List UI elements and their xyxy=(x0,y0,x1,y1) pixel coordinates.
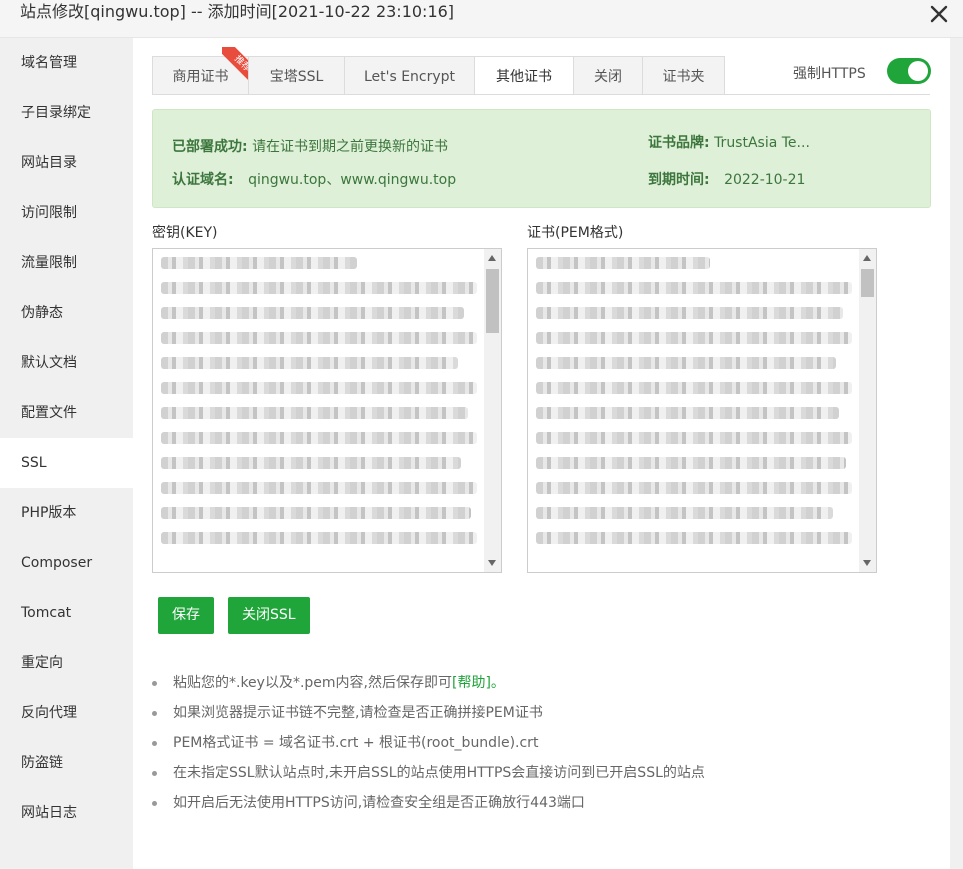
sidebar-item-domain[interactable]: 域名管理 xyxy=(0,38,133,88)
sidebar-item-config[interactable]: 配置文件 xyxy=(0,388,133,438)
tab-label: 商用证书 xyxy=(172,69,229,85)
right-gutter xyxy=(950,38,963,869)
sidebar-item-default-doc[interactable]: 默认文档 xyxy=(0,338,133,388)
tab-label: 宝塔SSL xyxy=(269,69,324,85)
tab-label: 证书夹 xyxy=(662,69,705,85)
key-scrollbar[interactable] xyxy=(484,249,501,572)
scroll-up-icon[interactable] xyxy=(488,255,496,261)
cert-brand-value: TrustAsia Te... xyxy=(714,135,810,151)
tab-commercial-cert[interactable]: 商用证书 推荐 xyxy=(152,47,262,95)
cert-expire-value: 2022-10-21 xyxy=(724,172,806,188)
ssl-tips-list: 粘贴您的*.key以及*.pem内容,然后保存即可[帮助]。 如果浏览器提示证书… xyxy=(152,668,932,818)
cert-brand: 证书品牌: TrustAsia Te... xyxy=(648,132,810,152)
cert-expire: 到期时间: 2022-10-21 xyxy=(648,169,805,189)
close-icon[interactable] xyxy=(929,4,949,24)
sidebar-item-site-dir[interactable]: 网站目录 xyxy=(0,138,133,188)
sidebar-item-redirect[interactable]: 重定向 xyxy=(0,638,133,688)
scroll-thumb[interactable] xyxy=(861,269,874,297)
sidebar-item-site-log[interactable]: 网站日志 xyxy=(0,788,133,838)
cert-field-label: 证书(PEM格式) xyxy=(527,225,624,241)
tab-bt-ssl[interactable]: 宝塔SSL xyxy=(248,56,344,95)
cert-expire-label: 到期时间: xyxy=(648,172,710,188)
cert-scrollbar[interactable] xyxy=(859,249,876,572)
cert-brand-label: 证书品牌: xyxy=(648,135,710,151)
deploy-status-text: 请在证书到期之前更换新的证书 xyxy=(252,139,449,155)
tip-item: 如开启后无法使用HTTPS访问,请检查安全组是否正确放行443端口 xyxy=(152,788,932,818)
key-field-label: 密钥(KEY) xyxy=(152,225,218,241)
tab-label: Let's Encrypt xyxy=(363,69,456,85)
close-ssl-button[interactable]: 关闭SSL xyxy=(228,597,310,634)
scroll-down-icon[interactable] xyxy=(863,560,871,566)
tip-item: 如果浏览器提示证书链不完整,请检查是否正确拼接PEM证书 xyxy=(152,698,932,728)
force-https-label: 强制HTTPS xyxy=(793,66,866,82)
save-button[interactable]: 保存 xyxy=(158,597,214,634)
window-titlebar: 站点修改[qingwu.top] -- 添加时间[2021-10-22 23:1… xyxy=(0,0,963,38)
sidebar-item-ssl[interactable]: SSL xyxy=(0,438,133,488)
window-title: 站点修改[qingwu.top] -- 添加时间[2021-10-22 23:1… xyxy=(20,2,455,21)
tab-cert-folder[interactable]: 证书夹 xyxy=(642,56,725,95)
sidebar-item-hotlink[interactable]: 防盗链 xyxy=(0,738,133,788)
tip-item: PEM格式证书 = 域名证书.crt + 根证书(root_bundle).cr… xyxy=(152,728,932,758)
sidebar-item-subdir[interactable]: 子目录绑定 xyxy=(0,88,133,138)
ssl-tabs: 商用证书 推荐 宝塔SSL Let's Encrypt 其他证书 关闭 证书夹 xyxy=(152,47,725,95)
tab-other-cert[interactable]: 其他证书 xyxy=(474,56,573,95)
scroll-thumb[interactable] xyxy=(486,269,499,333)
tip-text: 粘贴您的*.key以及*.pem内容,然后保存即可 xyxy=(173,675,452,691)
force-https-toggle[interactable] xyxy=(887,58,931,84)
sidebar: 域名管理 子目录绑定 网站目录 访问限制 流量限制 伪静态 默认文档 配置文件 … xyxy=(0,38,133,869)
help-link[interactable]: [帮助]。 xyxy=(452,675,505,691)
sidebar-item-composer[interactable]: Composer xyxy=(0,538,133,588)
cert-domain: 认证域名: qingwu.top、www.qingwu.top xyxy=(172,169,456,189)
toggle-knob xyxy=(908,61,928,81)
tab-label: 关闭 xyxy=(594,69,622,85)
tip-item: 粘贴您的*.key以及*.pem内容,然后保存即可[帮助]。 xyxy=(152,668,932,698)
ssl-status-box: 已部署成功: 请在证书到期之前更换新的证书 认证域名: qingwu.top、w… xyxy=(152,109,931,208)
cert-domain-value: qingwu.top、www.qingwu.top xyxy=(248,172,457,188)
cert-domain-label: 认证域名: xyxy=(172,172,234,188)
tab-label: 其他证书 xyxy=(496,69,552,85)
tab-close[interactable]: 关闭 xyxy=(573,56,642,95)
tab-lets-encrypt[interactable]: Let's Encrypt xyxy=(344,56,474,95)
deploy-status: 已部署成功: 请在证书到期之前更换新的证书 xyxy=(172,136,448,156)
key-textarea[interactable] xyxy=(152,248,502,573)
scroll-up-icon[interactable] xyxy=(863,255,871,261)
key-content-blurred xyxy=(161,257,477,564)
sidebar-item-traffic-limit[interactable]: 流量限制 xyxy=(0,238,133,288)
sidebar-item-tomcat[interactable]: Tomcat xyxy=(0,588,133,638)
main-panel: 商用证书 推荐 宝塔SSL Let's Encrypt 其他证书 关闭 证书夹 … xyxy=(133,38,950,869)
sidebar-item-php[interactable]: PHP版本 xyxy=(0,488,133,538)
sidebar-item-access-limit[interactable]: 访问限制 xyxy=(0,188,133,238)
tabs-divider xyxy=(152,94,930,95)
deploy-status-label: 已部署成功: xyxy=(172,139,248,155)
scroll-down-icon[interactable] xyxy=(488,560,496,566)
tip-item: 在未指定SSL默认站点时,未开启SSL的站点使用HTTPS会直接访问到已开启SS… xyxy=(152,758,932,788)
sidebar-item-rewrite[interactable]: 伪静态 xyxy=(0,288,133,338)
sidebar-item-reverse-proxy[interactable]: 反向代理 xyxy=(0,688,133,738)
cert-textarea[interactable] xyxy=(527,248,877,573)
cert-content-blurred xyxy=(536,257,852,564)
